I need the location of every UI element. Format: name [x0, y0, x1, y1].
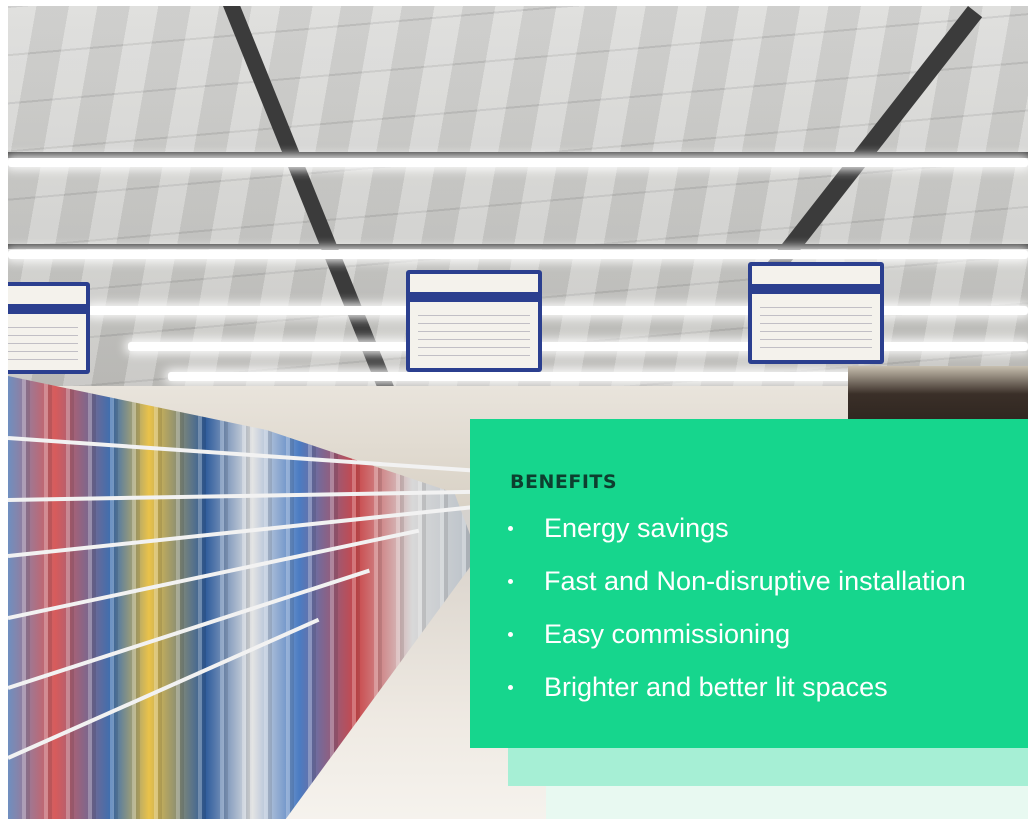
accent-panel-light: [508, 748, 1028, 786]
bullet-icon: [508, 525, 513, 531]
list-item: Brighter and better lit spaces: [508, 671, 966, 702]
benefit-label: Easy commissioning: [544, 618, 791, 649]
accent-panel-lightest: [546, 786, 1028, 819]
benefit-label: Fast and Non-disruptive installation: [544, 565, 966, 596]
bullet-icon: [508, 684, 513, 690]
bullet-icon: [508, 631, 513, 637]
benefits-panel: BENEFITS Energy savings Fast and Non-dis…: [470, 419, 1028, 748]
bullet-icon: [508, 578, 513, 584]
aisle-sign: [406, 270, 542, 372]
ceiling-light: [8, 158, 1028, 167]
benefits-list: Energy savings Fast and Non-disruptive i…: [508, 512, 966, 727]
benefit-label: Energy savings: [544, 512, 729, 543]
benefit-label: Brighter and better lit spaces: [544, 671, 888, 702]
ceiling-light: [168, 372, 868, 381]
list-item: Energy savings: [508, 512, 966, 543]
ceiling-beam: [8, 244, 1028, 249]
ceiling-light: [128, 342, 1028, 351]
ceiling-light: [88, 306, 1028, 315]
aisle-sign: [748, 262, 884, 364]
ceiling-light: [8, 250, 1028, 259]
list-item: Easy commissioning: [508, 618, 966, 649]
list-item: Fast and Non-disruptive installation: [508, 565, 966, 596]
benefits-title: BENEFITS: [510, 471, 618, 493]
aisle-sign: [8, 282, 90, 374]
